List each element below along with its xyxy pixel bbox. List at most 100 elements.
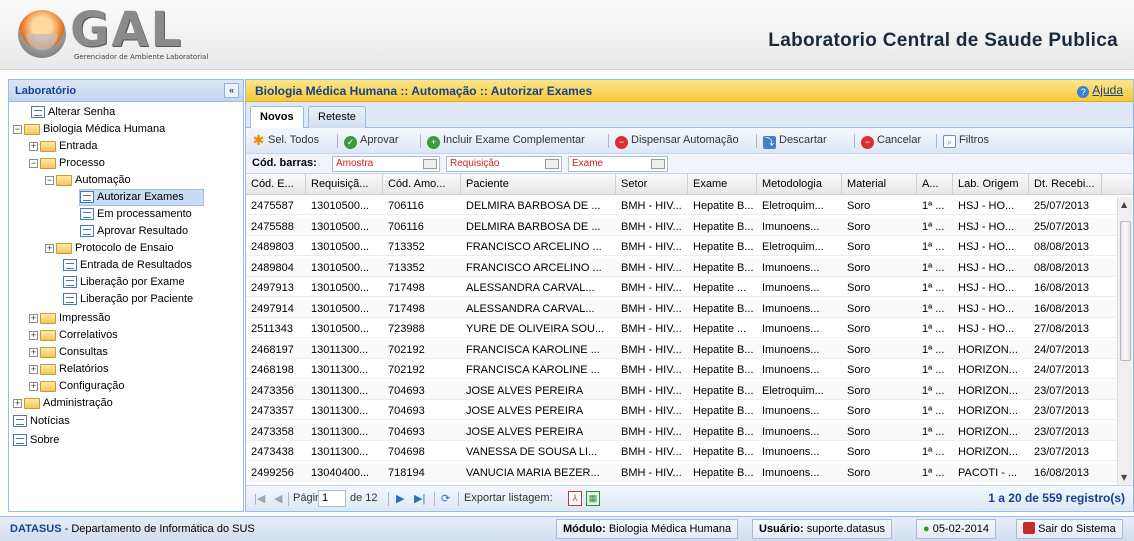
table-cell: Imunoens... [762, 302, 820, 315]
sidebar-item-em-processamento[interactable]: Em processamento [80, 206, 192, 223]
table-row[interactable]: 2475588 13010500... 706116 DELMIRA BARBOSA … [246, 217, 1118, 236]
table-row[interactable]: 2473356 13011300... 704693 JOSE ALVES PEREI… [246, 381, 1118, 400]
request-barcode-input[interactable]: Requisição [446, 156, 562, 172]
table-cell: Hepatite B... [693, 405, 754, 417]
expand-node-icon[interactable]: + [29, 381, 38, 391]
expand-node-icon[interactable]: + [45, 243, 54, 253]
sidebar-item-configuracao[interactable]: + Configuração [29, 378, 124, 395]
tab-reteste[interactable]: Reteste [308, 106, 366, 128]
sidebar-item-relatorios[interactable]: + Relatórios [29, 361, 109, 378]
column-header[interactable]: Paciente [461, 174, 616, 195]
column-header[interactable]: Exame [688, 174, 757, 195]
table-row[interactable]: 2473438 13011300... 704698 VANESSA DE SOUSA… [246, 443, 1118, 461]
table-row[interactable]: 2489804 13010500... 713352 FRANCISCO ARCELI… [246, 258, 1118, 277]
tab-novos[interactable]: Novos [250, 106, 304, 129]
dispense-automation-button[interactable]: − Dispensar Automação [615, 134, 739, 149]
collapse-node-icon[interactable]: − [45, 175, 54, 185]
select-all-button[interactable]: ✱ Sel. Todos [252, 133, 320, 147]
app-header: GAL Gerenciador de Ambiente Laboratorial… [0, 0, 1134, 70]
table-row[interactable]: 2468198 13011300... 702192 FRANCISCA KAROLI… [246, 361, 1118, 379]
filters-button[interactable]: ⌕ Filtros [943, 134, 989, 148]
scrollbar-thumb[interactable] [1120, 221, 1131, 361]
table-row[interactable]: 2497913 13010500... 717498 ALESSANDRA CARVA… [246, 279, 1118, 297]
sidebar-item-processo[interactable]: − Processo [29, 155, 105, 172]
next-page-icon[interactable]: ▶ [396, 492, 404, 505]
sidebar-item-protocolo-de-ensaio[interactable]: + Protocolo de Ensaio [45, 240, 173, 257]
folder-open-icon [24, 123, 40, 135]
help-link[interactable]: ? Ajuda [1077, 83, 1123, 98]
column-header[interactable]: Setor [616, 174, 688, 195]
sidebar-item-automacao[interactable]: − Automação [45, 172, 131, 189]
sidebar-item-liberacao-por-paciente[interactable]: Liberação por Paciente [63, 291, 193, 308]
page-number-input[interactable]: 1 [318, 490, 346, 507]
table-cell: 08/08/2013 [1034, 241, 1090, 253]
column-header[interactable]: Cód. Amo... [383, 174, 461, 195]
sidebar-item-entrada-de-resultados[interactable]: Entrada de Resultados [63, 257, 192, 274]
sidebar-item-aprovar-resultado[interactable]: Aprovar Resultado [80, 223, 188, 240]
sidebar-item-liberacao-por-exame[interactable]: Liberação por Exame [63, 274, 185, 291]
table-row[interactable]: 2497914 13010500... 717498 ALESSANDRA CARVA… [246, 299, 1118, 318]
scroll-down-icon[interactable]: ▼ [1121, 473, 1127, 482]
discard-button[interactable]: ⤵ Descartar [763, 134, 827, 149]
sidebar-item-noticias[interactable]: Notícias [13, 413, 70, 430]
logo-text: GAL [70, 2, 184, 58]
barcode-icon[interactable] [423, 159, 437, 169]
last-page-icon[interactable]: ▶| [414, 492, 425, 505]
table-cell: 13010500... [311, 241, 370, 253]
exam-barcode-input[interactable]: Exame [568, 156, 668, 172]
column-header[interactable]: Metodologia [757, 174, 842, 195]
cancel-button[interactable]: − Cancelar [861, 134, 921, 149]
expand-node-icon[interactable]: + [29, 141, 38, 151]
column-header[interactable]: Dt. Recebi... [1029, 174, 1102, 195]
collapse-node-icon[interactable]: − [13, 124, 22, 134]
expand-node-icon[interactable]: + [13, 398, 22, 408]
prev-page-icon[interactable]: ◀ [274, 492, 282, 505]
cancel-label: Cancelar [877, 134, 922, 146]
divider [458, 492, 459, 506]
expand-node-icon[interactable]: + [29, 364, 38, 374]
refresh-icon[interactable]: ⟳ [441, 492, 450, 505]
discard-icon: ⤵ [763, 136, 776, 149]
table-row[interactable]: 2511343 13010500... 723988 YURE DE OLIVEIRA… [246, 320, 1118, 338]
first-page-icon[interactable]: |◀ [254, 492, 265, 505]
sample-barcode-input[interactable]: Amostra [332, 156, 440, 172]
collapse-node-icon[interactable]: − [29, 158, 38, 168]
include-exam-button[interactable]: + Incluir Exame Complementar [427, 134, 585, 149]
table-cell: Hepatite B... [693, 446, 754, 458]
sidebar-item-administracao[interactable]: + Administração [13, 395, 113, 412]
expand-node-icon[interactable]: + [29, 330, 38, 340]
expand-node-icon[interactable]: + [29, 313, 38, 323]
sidebar-item-autorizar-exames[interactable]: Autorizar Exames [79, 189, 204, 206]
barcode-icon[interactable] [545, 159, 559, 169]
excel-export-icon[interactable]: ▦ [586, 491, 600, 506]
sidebar-item-consultas[interactable]: + Consultas [29, 344, 108, 361]
scroll-up-icon[interactable]: ▲ [1121, 200, 1127, 209]
pdf-export-icon[interactable]: ⅄ [568, 491, 582, 506]
vertical-scrollbar[interactable]: ▲ ▼ [1117, 197, 1133, 485]
column-header[interactable]: A... [917, 174, 953, 195]
logo-emblem-icon [18, 10, 66, 58]
approve-button[interactable]: ✓ Aprovar [344, 134, 399, 149]
sidebar-item-correlativos[interactable]: + Correlativos [29, 327, 118, 344]
column-header[interactable]: Cód. E... [246, 174, 306, 195]
collapse-sidebar-button[interactable]: « [224, 83, 239, 98]
column-header[interactable]: Requisiçã... [306, 174, 383, 195]
table-row[interactable]: 2475587 13010500... 706116 DELMIRA BARBOSA … [246, 197, 1118, 215]
sidebar-item-sobre[interactable]: Sobre [13, 432, 59, 449]
table-cell: 1ª ... [922, 261, 945, 274]
table-row[interactable]: 2468197 13011300... 702192 FRANCISCA KAROLI… [246, 340, 1118, 359]
column-header[interactable]: Material [842, 174, 917, 195]
logout-button[interactable]: Sair do Sistema [1016, 519, 1123, 539]
sidebar-item-impressao[interactable]: + Impressão [29, 310, 110, 327]
table-row[interactable]: 2473358 13011300... 704693 JOSE ALVES PEREI… [246, 422, 1118, 441]
table-cell: 704693 [388, 384, 425, 397]
sidebar-item-alterar-senha[interactable]: Alterar Senha [31, 104, 115, 121]
barcode-icon[interactable] [651, 159, 665, 169]
table-row[interactable]: 2499256 13040400... 718194 VANUCIA MARIA BE… [246, 463, 1118, 482]
sidebar-item-entrada[interactable]: + Entrada [29, 138, 98, 155]
table-row[interactable]: 2489803 13010500... 713352 FRANCISCO ARCELI… [246, 238, 1118, 256]
expand-node-icon[interactable]: + [29, 347, 38, 357]
table-row[interactable]: 2473357 13011300... 704693 JOSE ALVES PEREI… [246, 402, 1118, 420]
sidebar-item-biologia-medica-humana[interactable]: − Biologia Médica Humana [13, 121, 165, 138]
column-header[interactable]: Lab. Origem [953, 174, 1029, 195]
